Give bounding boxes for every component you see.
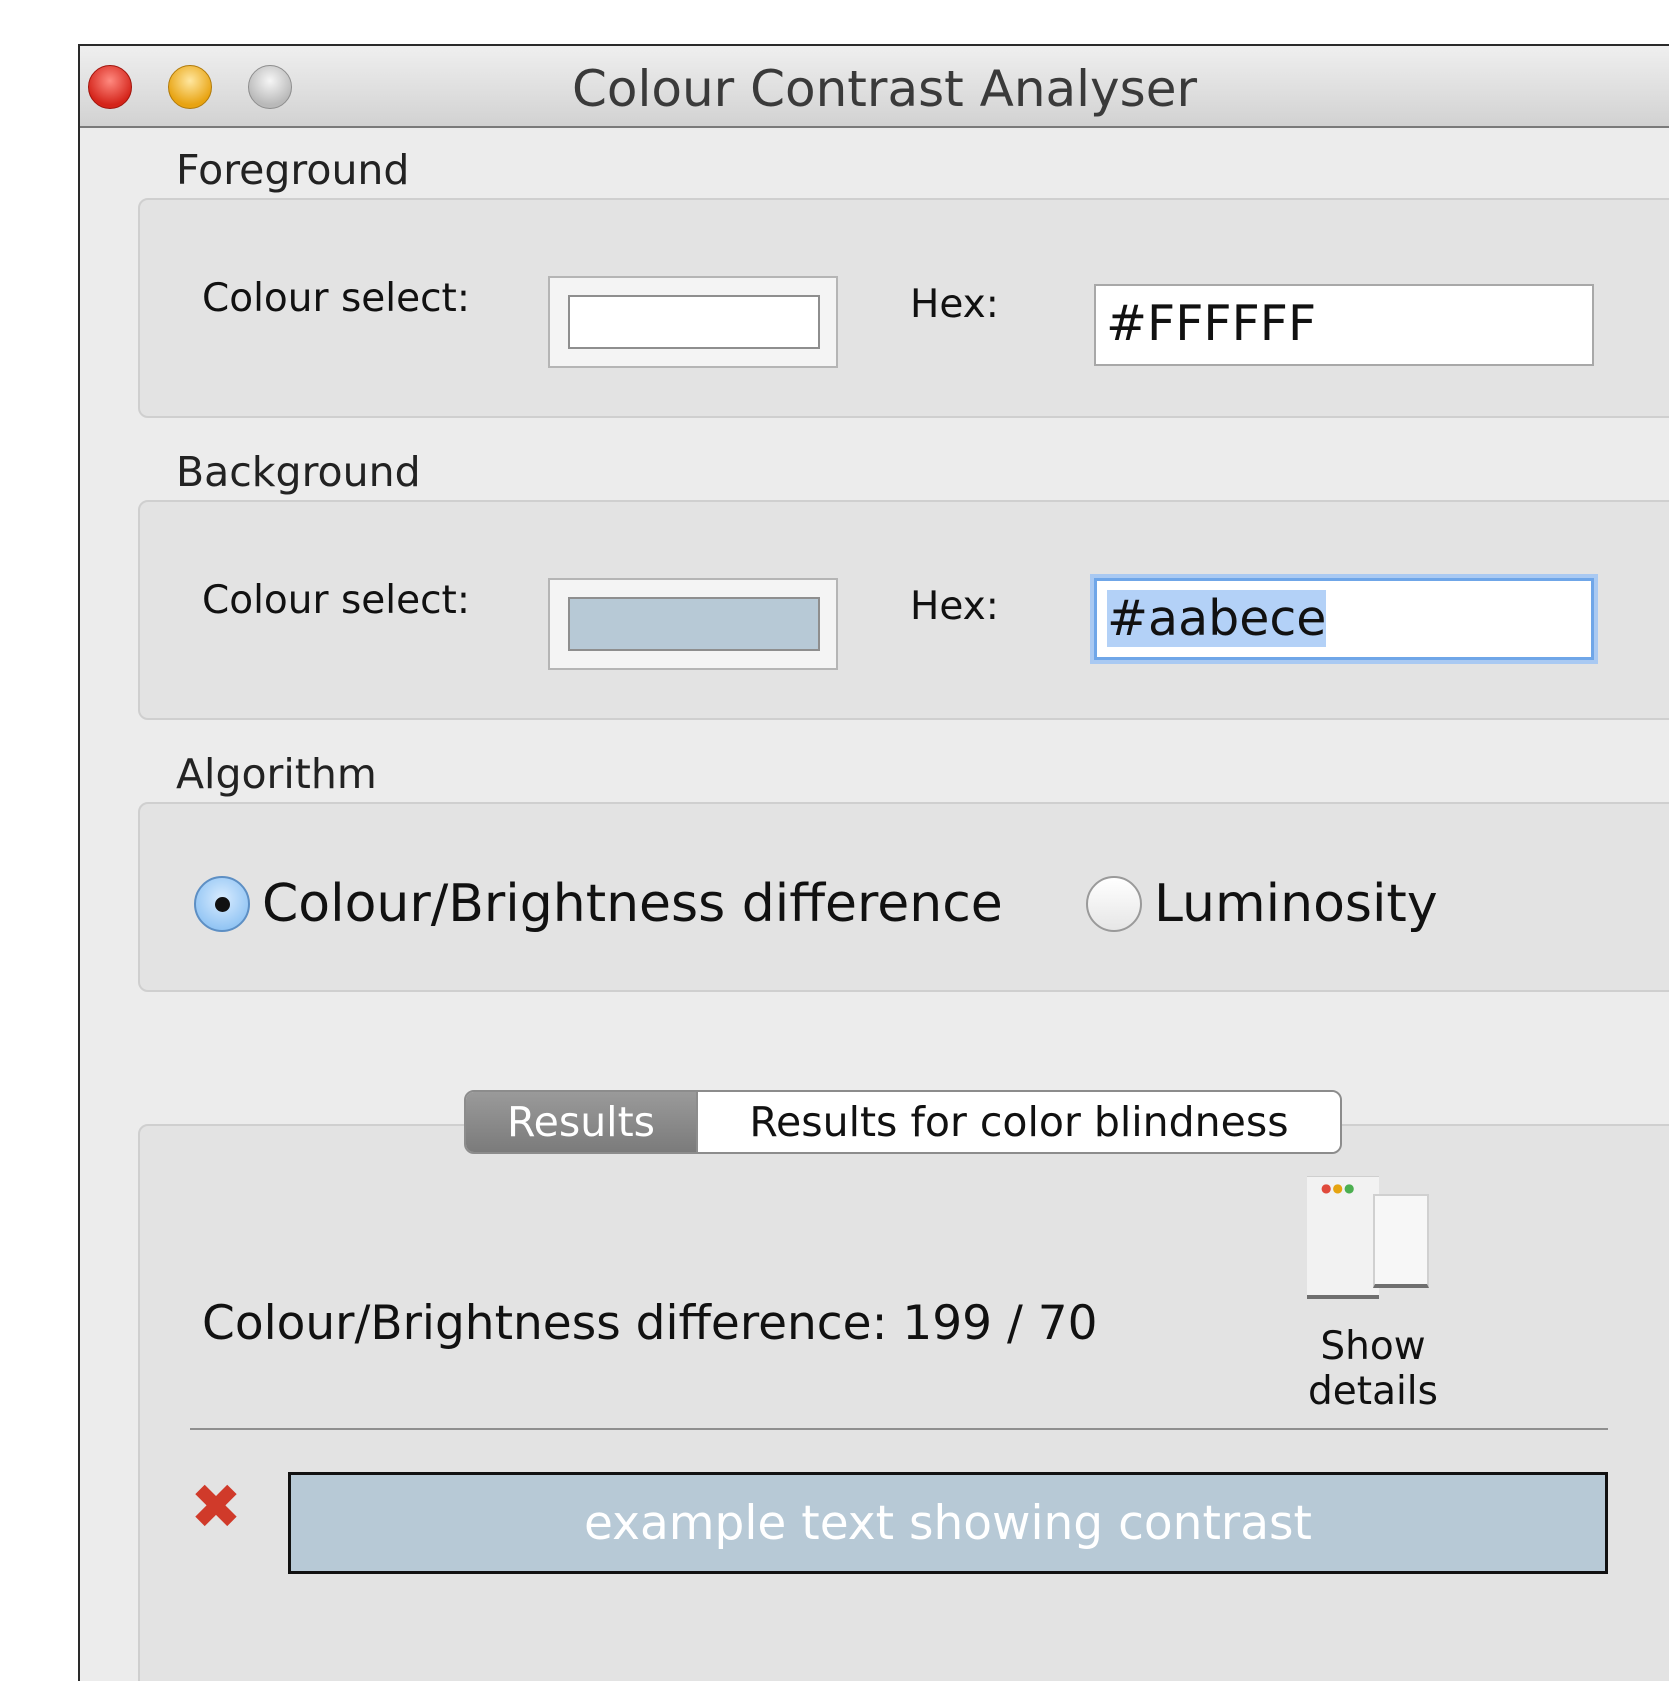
results-panel: Colour/Brightness difference: 199 / 70 ●…: [138, 1124, 1669, 1681]
luminosity-radio[interactable]: [1086, 876, 1142, 932]
luminosity-radio-label[interactable]: Luminosity: [1154, 874, 1438, 934]
background-colour-select-label: Colour select:: [202, 578, 470, 623]
colour-brightness-radio[interactable]: [194, 876, 250, 932]
window-title: Colour Contrast Analyser: [571, 60, 1198, 118]
algorithm-group: Colour/Brightness difference Luminosity: [138, 802, 1669, 992]
background-hex-input[interactable]: #aabece: [1094, 578, 1594, 660]
results-tab-bar: Results Results for color blindness: [464, 1090, 1342, 1154]
background-group: Colour select: Hex: #aabece: [138, 500, 1669, 720]
foreground-section-label: Foreground: [176, 146, 410, 194]
app-window: Colour Contrast Analyser Foreground Colo…: [78, 44, 1669, 1681]
details-window-secondary-icon: [1373, 1194, 1429, 1288]
colour-brightness-radio-label[interactable]: Colour/Brightness difference: [262, 874, 1003, 934]
show-details-button[interactable]: ●●● Show details: [1253, 1176, 1493, 1414]
background-colour-well[interactable]: [548, 578, 838, 670]
contrast-sample-text: example text showing contrast: [584, 1495, 1312, 1551]
background-colour-swatch: [568, 597, 820, 651]
foreground-colour-swatch: [568, 295, 820, 349]
tab-results[interactable]: Results: [466, 1092, 696, 1152]
tab-results-color-blindness[interactable]: Results for color blindness: [696, 1092, 1340, 1152]
foreground-hex-input[interactable]: #FFFFFF: [1094, 284, 1594, 366]
contrast-sample-box: example text showing contrast: [288, 1472, 1608, 1574]
foreground-colour-well[interactable]: [548, 276, 838, 368]
foreground-hex-label: Hex:: [910, 282, 999, 327]
algorithm-section-label: Algorithm: [176, 750, 377, 798]
title-bar: Colour Contrast Analyser: [80, 46, 1669, 128]
results-summary: Colour/Brightness difference: 199 / 70: [202, 1296, 1098, 1351]
details-window-icon: ●●●: [1307, 1176, 1379, 1299]
background-hex-value: #aabece: [1107, 590, 1327, 647]
foreground-colour-select-label: Colour select:: [202, 276, 470, 321]
results-divider: [190, 1428, 1608, 1430]
foreground-group: Colour select: Hex: #FFFFFF: [138, 198, 1669, 418]
fail-x-icon: ✖: [190, 1470, 242, 1543]
background-section-label: Background: [176, 448, 421, 496]
background-hex-label: Hex:: [910, 584, 999, 629]
foreground-hex-value: #FFFFFF: [1106, 295, 1317, 352]
show-details-label: Show details: [1308, 1324, 1438, 1414]
